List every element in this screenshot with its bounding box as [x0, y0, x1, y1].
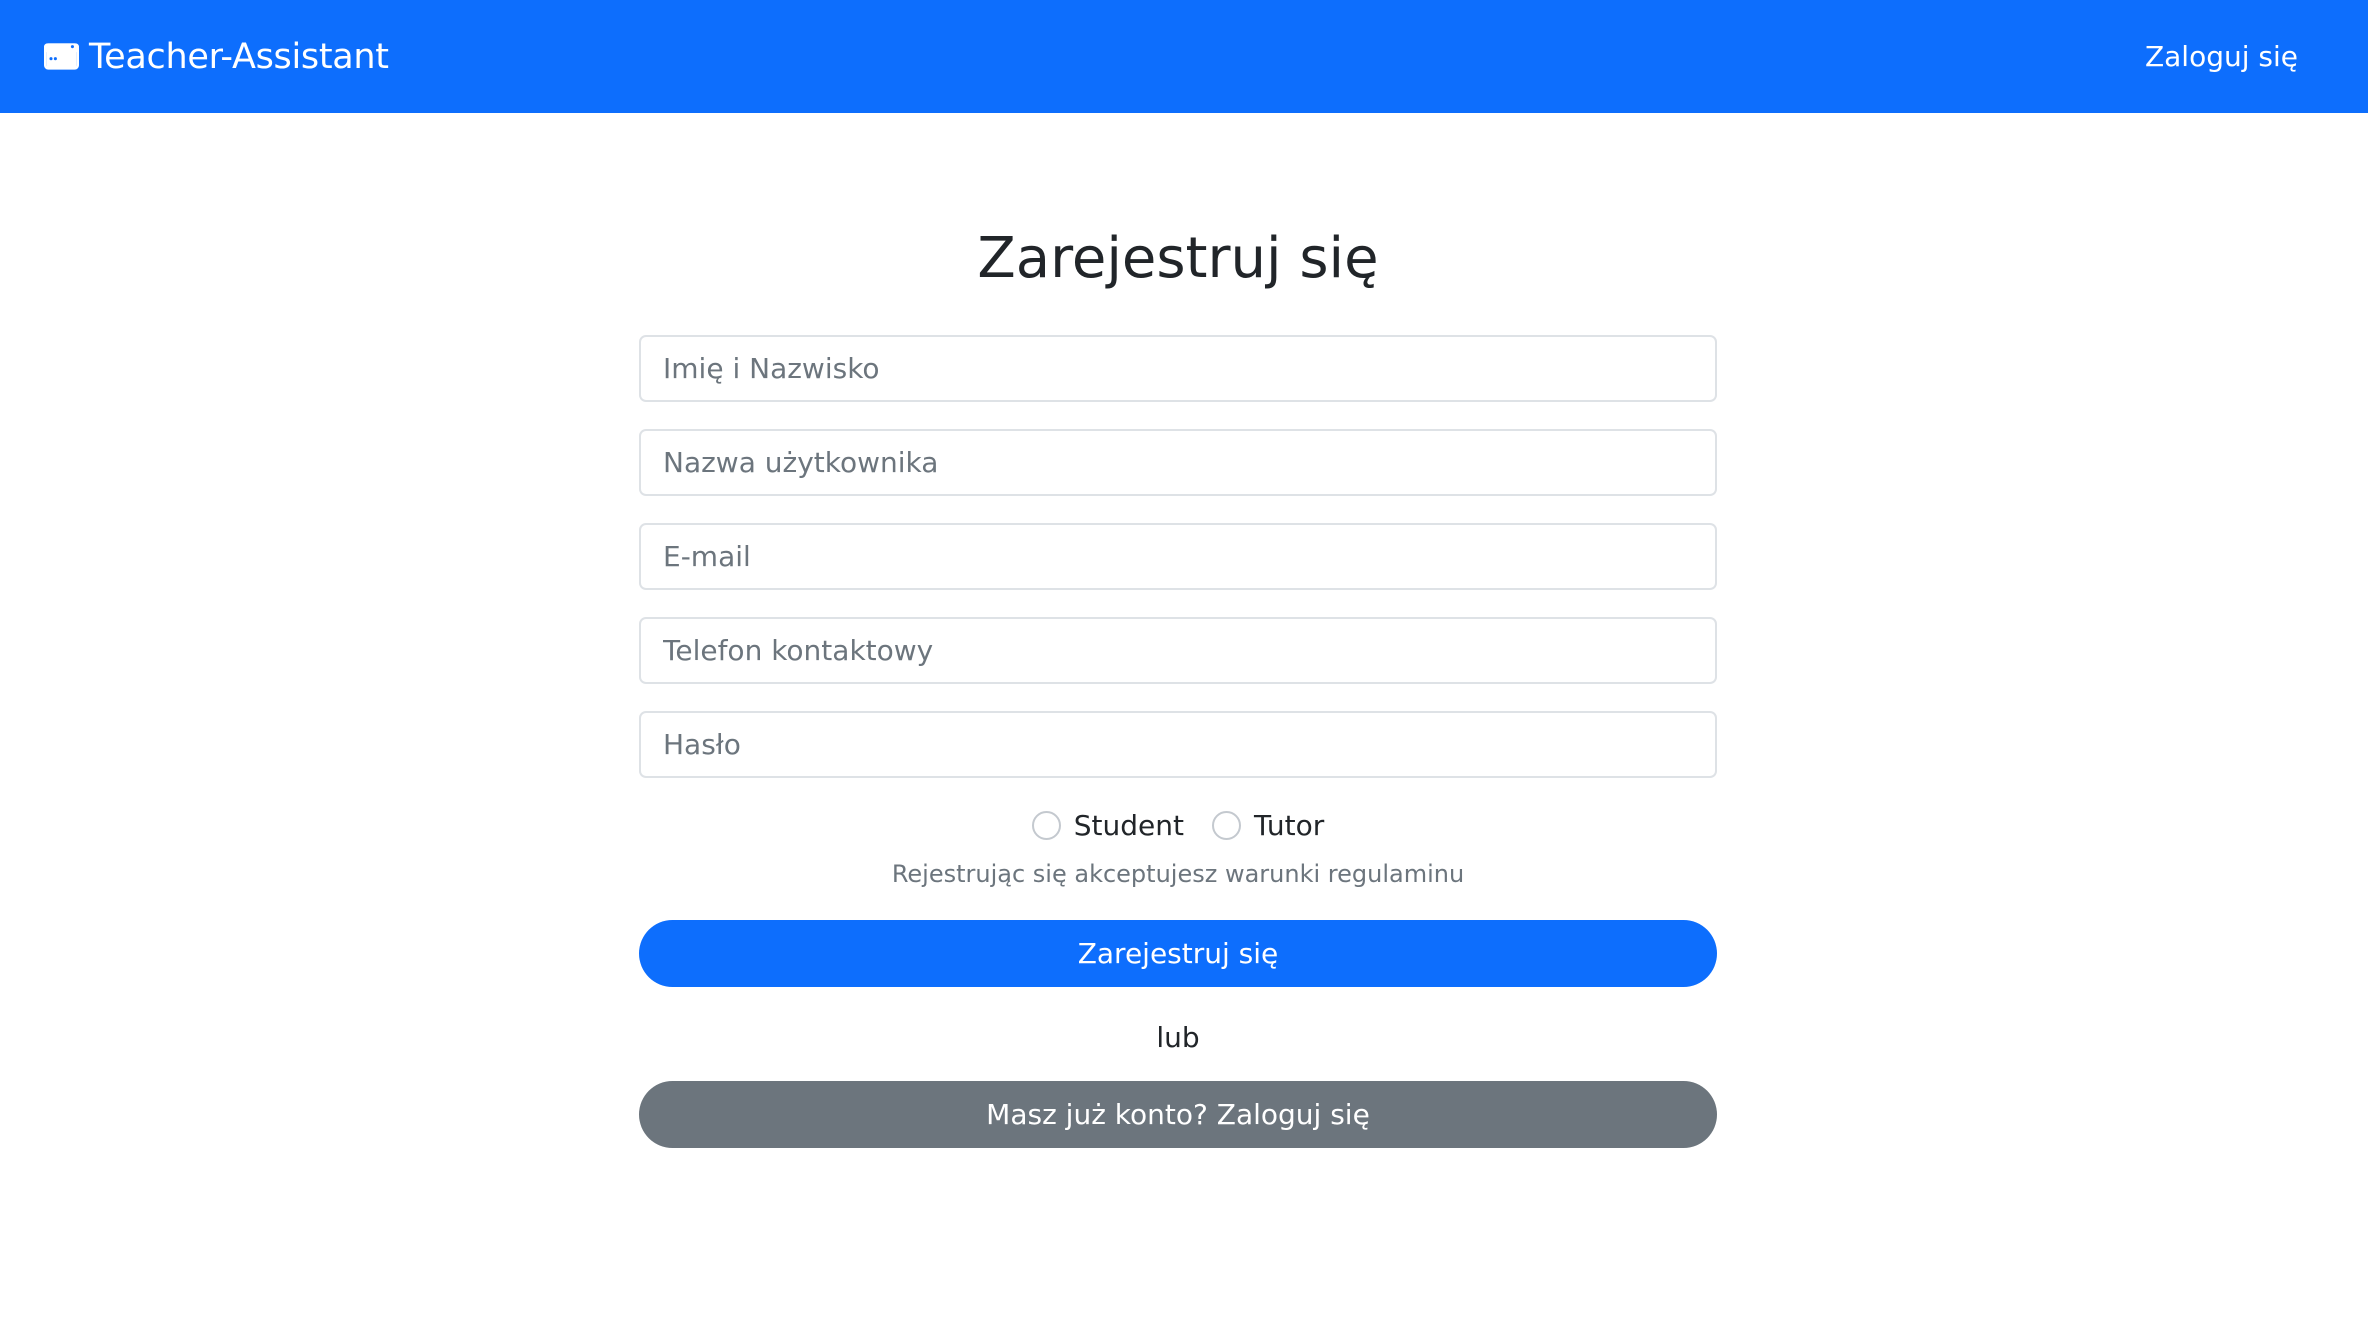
full-name-input[interactable]: [639, 335, 1717, 402]
username-input[interactable]: [639, 429, 1717, 496]
tutor-radio[interactable]: [1212, 810, 1241, 840]
tutor-radio-label: Tutor: [1254, 808, 1325, 842]
page-title: Zarejestruj się: [977, 226, 1379, 291]
phone-input[interactable]: [639, 617, 1717, 684]
nav-login-link[interactable]: Zaloguj się: [2145, 40, 2298, 73]
top-navbar: Teacher-Assistant Zaloguj się: [0, 0, 2368, 113]
terms-text: Rejestrując się akceptujesz warunki regu…: [891, 860, 1465, 888]
student-radio[interactable]: [1031, 810, 1061, 840]
login-button[interactable]: Masz już konto? Zaloguj się: [639, 1081, 1717, 1148]
register-button[interactable]: Zarejestruj się: [639, 920, 1717, 987]
student-radio-label: Student: [1073, 808, 1184, 842]
register-form: Zarejestruj się Student Tutor Rejestrują…: [639, 215, 1717, 1148]
role-tutor-option[interactable]: Tutor: [1212, 809, 1324, 842]
brand-name: Teacher-Assistant: [89, 36, 389, 77]
password-input[interactable]: [639, 711, 1717, 778]
role-radio-group: Student Tutor: [639, 805, 1717, 845]
browser-window-icon: [44, 43, 79, 70]
brand-link[interactable]: Teacher-Assistant: [44, 37, 389, 77]
or-divider-text: lub: [1156, 1021, 1200, 1054]
role-student-option[interactable]: Student: [1031, 808, 1184, 842]
email-input[interactable]: [639, 523, 1717, 590]
